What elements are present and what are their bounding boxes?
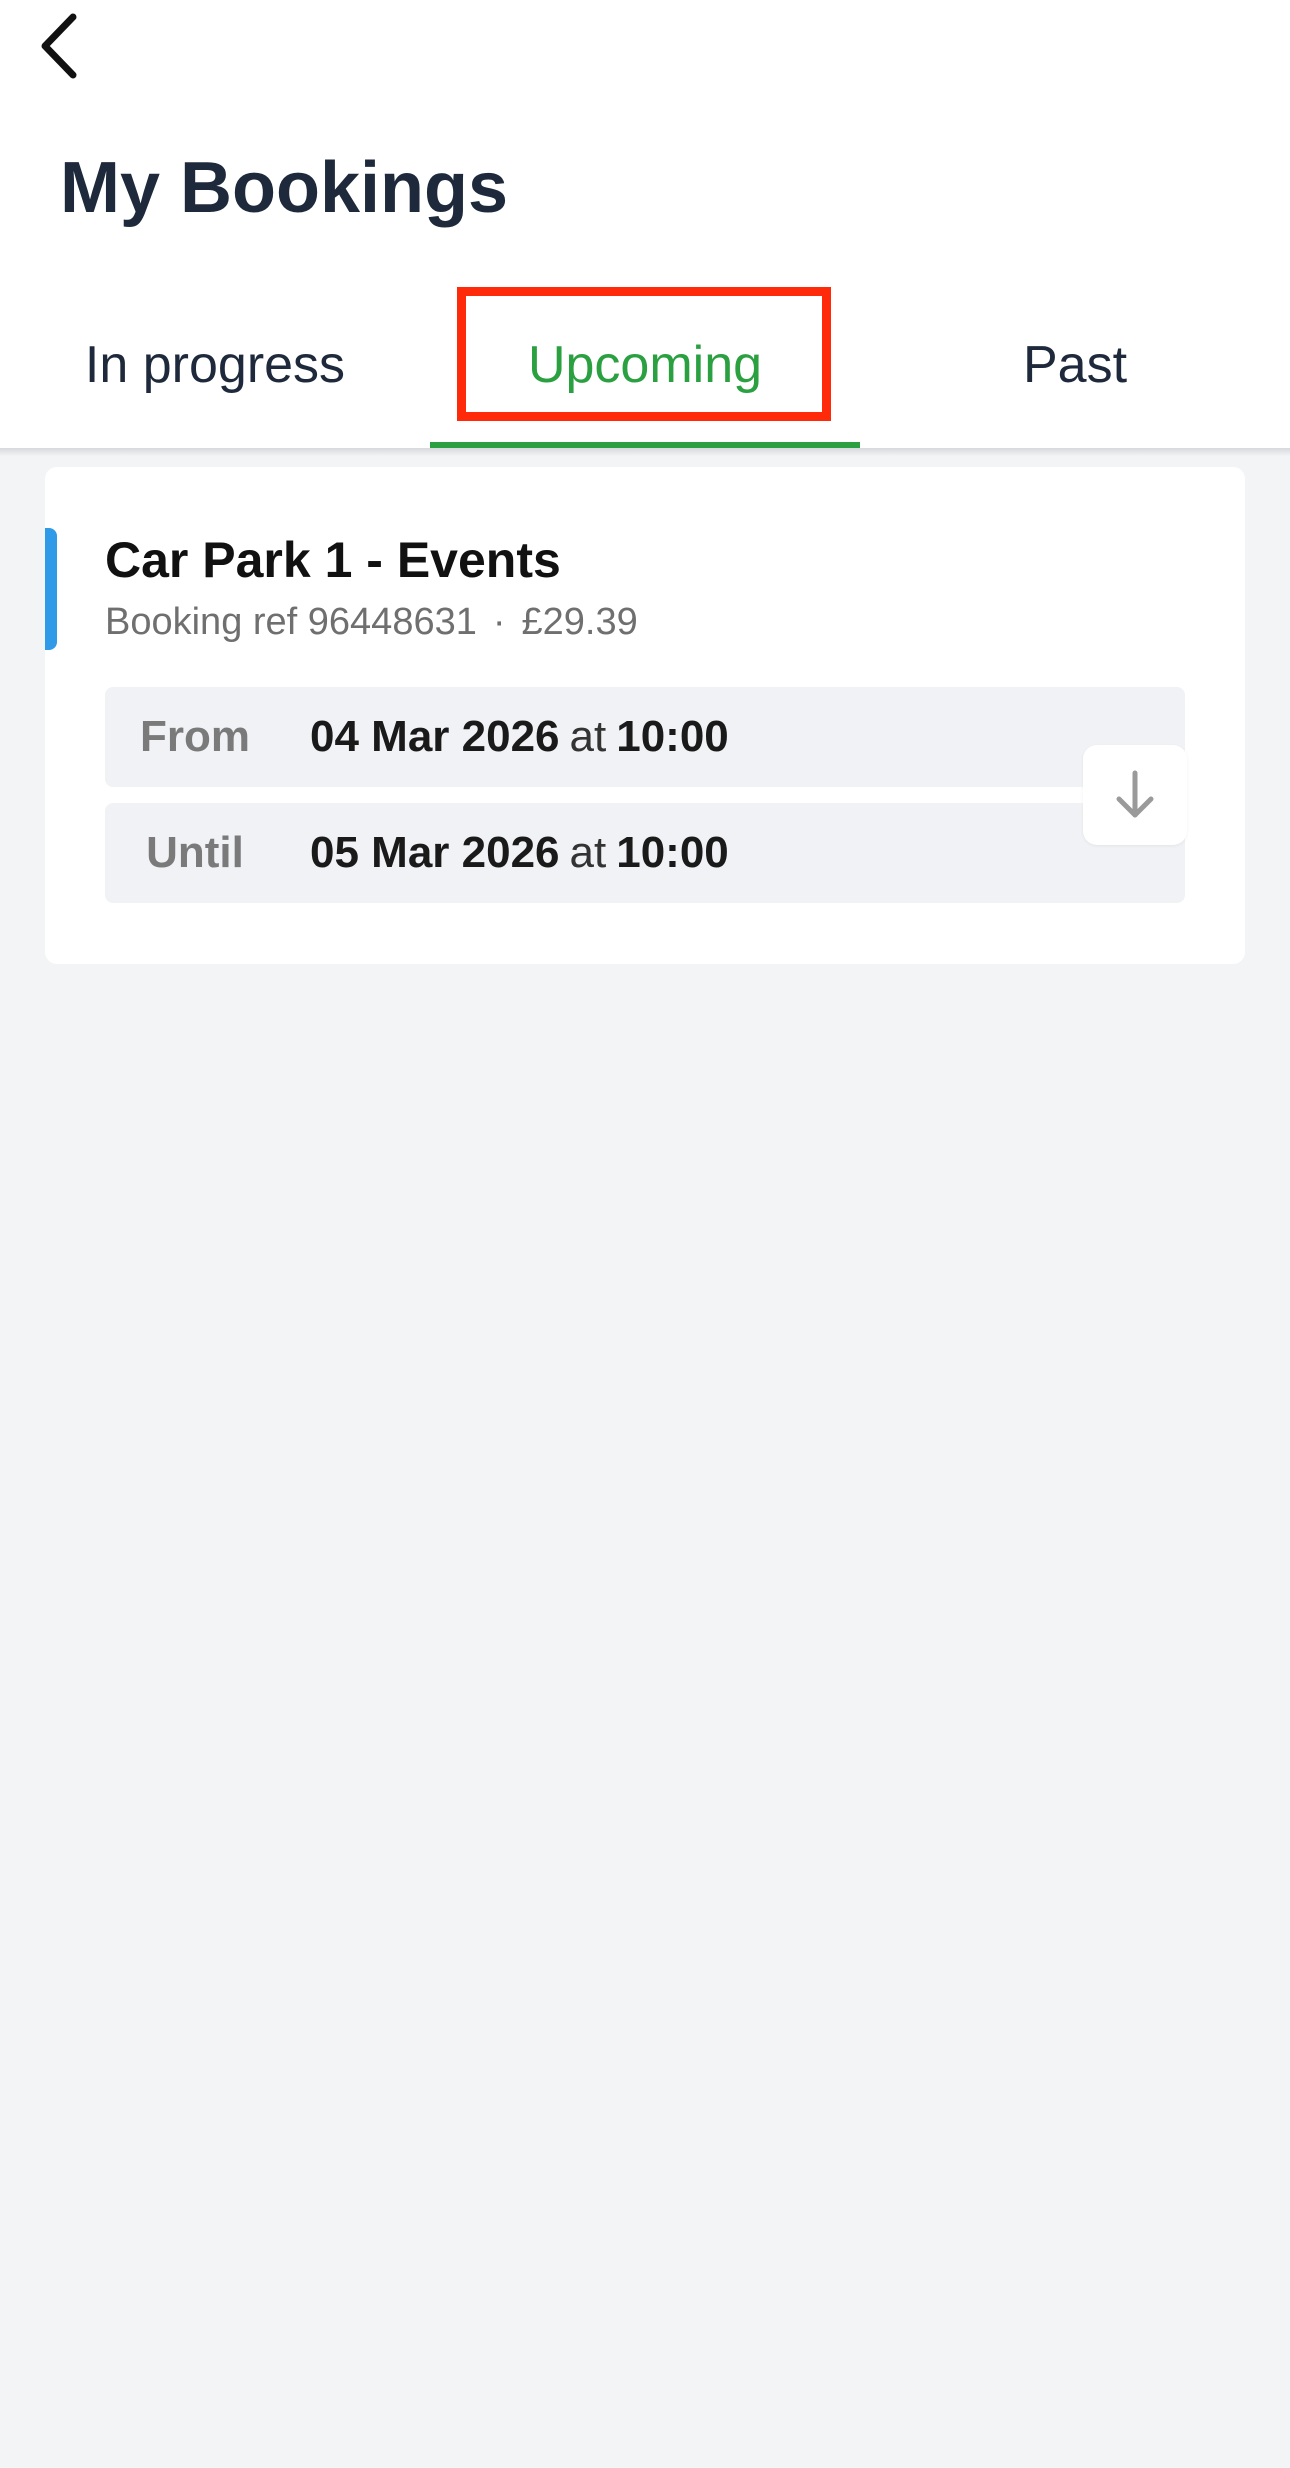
from-date: 04 Mar 2026: [310, 712, 560, 761]
chevron-left-icon: [41, 13, 77, 79]
until-row: Until 05 Mar 2026 at 10:00: [105, 803, 1185, 903]
from-row: From 04 Mar 2026 at 10:00: [105, 687, 1185, 787]
back-button[interactable]: [22, 8, 98, 84]
booking-subtitle: Booking ref 96448631 · £29.39: [105, 601, 638, 644]
from-value: 04 Mar 2026 at 10:00: [310, 712, 729, 762]
download-button[interactable]: [1083, 745, 1187, 845]
tab-upcoming[interactable]: Upcoming: [430, 290, 860, 440]
separator-dot: ·: [492, 601, 506, 643]
page-title: My Bookings: [60, 148, 509, 228]
card-accent-bar: [45, 528, 57, 650]
from-time: 10:00: [616, 712, 729, 761]
until-date: 05 Mar 2026: [310, 828, 560, 877]
until-time: 10:00: [616, 828, 729, 877]
booking-card[interactable]: Car Park 1 - Events Booking ref 96448631…: [45, 467, 1245, 964]
tab-bar: In progress Upcoming Past: [0, 290, 1290, 448]
until-at: at: [569, 828, 607, 877]
tab-bar-shadow: [0, 448, 1290, 456]
booking-title: Car Park 1 - Events: [105, 532, 561, 588]
tab-in-progress[interactable]: In progress: [0, 290, 430, 440]
until-value: 05 Mar 2026 at 10:00: [310, 828, 729, 878]
until-label: Until: [146, 828, 244, 877]
tab-past[interactable]: Past: [860, 290, 1290, 440]
booking-ref: Booking ref 96448631: [105, 601, 477, 643]
booking-price: £29.39: [521, 601, 638, 643]
from-at: at: [569, 712, 607, 761]
from-label: From: [140, 712, 250, 761]
arrow-down-icon: [1116, 770, 1154, 818]
header: My Bookings In progress Upcoming Past: [0, 0, 1290, 448]
